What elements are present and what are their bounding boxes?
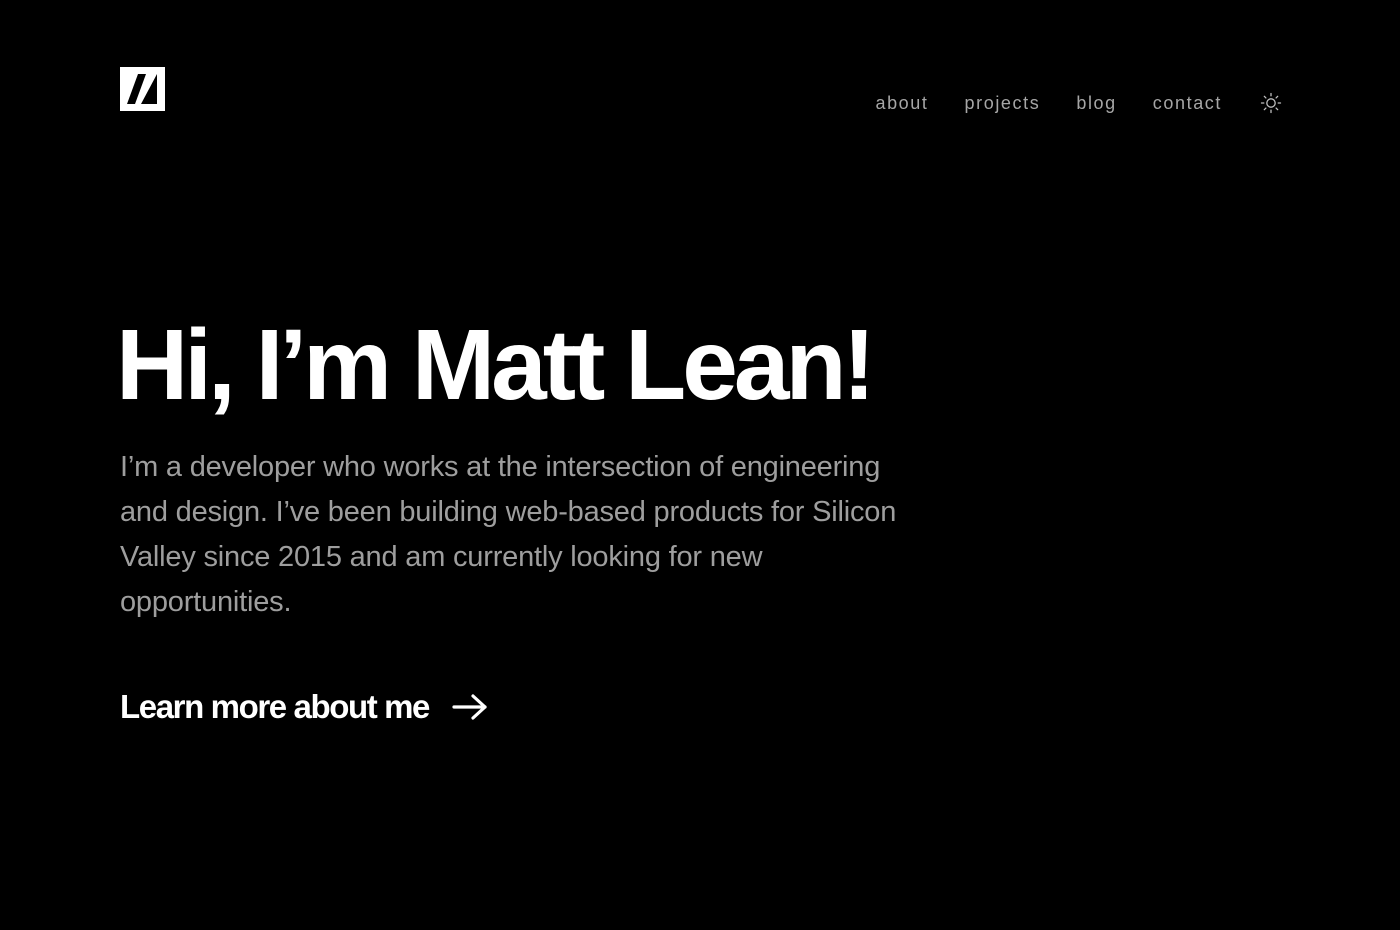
learn-more-link[interactable]: Learn more about me [120,686,489,728]
main-nav: about projects blog contact [875,90,1222,116]
hero-title: Hi, I’m Matt Lean! [116,309,876,421]
arrow-right-icon [452,694,487,720]
nav-contact-link[interactable]: contact [1153,90,1222,116]
m-logo-icon[interactable] [120,67,165,111]
page: about projects blog contact Hi, I’m Matt… [0,0,1400,930]
learn-more-label: Learn more about me [120,688,430,725]
nav-about-link[interactable]: about [875,90,928,116]
hero-description: I’m a developer who works at the interse… [120,451,897,618]
sun-icon[interactable] [1260,92,1282,114]
nav-projects-link[interactable]: projects [965,90,1041,116]
nav-blog-link[interactable]: blog [1076,90,1116,116]
